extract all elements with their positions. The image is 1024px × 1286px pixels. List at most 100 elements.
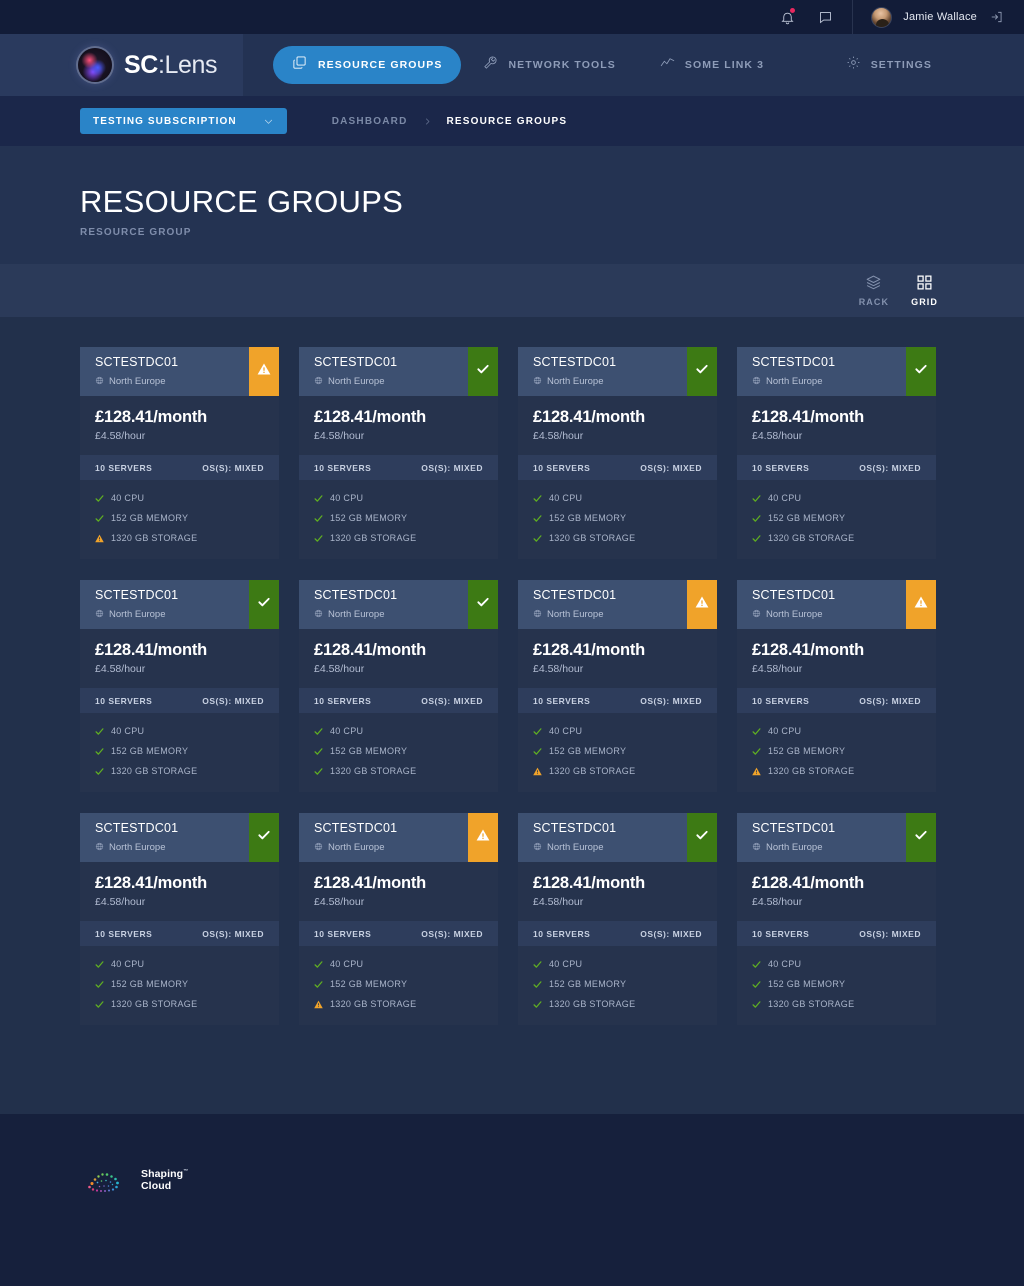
card-location: North Europe	[95, 838, 249, 856]
chat-icon[interactable]	[816, 8, 834, 26]
resource-group-card[interactable]: SCTESTDC01 North Europe £128.41/month £4…	[80, 813, 279, 1025]
price-monthly: £128.41/month	[95, 408, 208, 426]
status-badge	[687, 580, 717, 629]
spec-row: 40 CPU	[752, 493, 921, 503]
globe-icon	[95, 605, 104, 623]
card-pricing: £128.41/month £4.58/hour	[80, 396, 279, 455]
nav-item-network-tools[interactable]: NETWORK TOOLS	[461, 46, 637, 84]
card-location-label: North Europe	[328, 841, 385, 853]
brand-logo[interactable]: SC:Lens	[0, 34, 243, 96]
logout-icon[interactable]	[988, 8, 1006, 26]
shaping-cloud-logo: Shaping™ Cloud	[84, 1168, 1024, 1194]
resource-group-card-grid: SCTESTDC01 North Europe £128.41/month £4…	[80, 347, 944, 1025]
resource-group-card[interactable]: SCTESTDC01 North Europe £128.41/month £4…	[518, 813, 717, 1025]
card-title: SCTESTDC01	[314, 588, 398, 602]
spec-label: 1320 GB STORAGE	[111, 533, 198, 543]
spec-row: 1320 GB STORAGE	[752, 766, 921, 776]
card-pricing: £128.41/month £4.58/hour	[518, 396, 717, 455]
spec-row: 40 CPU	[533, 959, 702, 969]
card-title: SCTESTDC01	[533, 355, 617, 369]
card-spec-list: 40 CPU 152 GB MEMORY 1320 GB STORAGE	[518, 480, 717, 559]
footer-logo-line2: Cloud	[141, 1180, 172, 1192]
resource-group-card[interactable]: SCTESTDC01 North Europe £128.41/month £4…	[518, 347, 717, 559]
resource-group-card[interactable]: SCTESTDC01 North Europe £128.41/month £4…	[518, 580, 717, 792]
card-stats-bar: 10 SERVERS OS(S): MIXED	[299, 455, 498, 480]
nav-item-settings[interactable]: SETTINGS	[824, 46, 954, 84]
page-subtitle: RESOURCE GROUP	[80, 227, 192, 238]
check-icon	[314, 494, 323, 503]
status-badge	[468, 580, 498, 629]
status-badge	[687, 813, 717, 862]
card-stats-bar: 10 SERVERS OS(S): MIXED	[80, 921, 279, 946]
status-badge	[468, 813, 498, 862]
spec-row: 152 GB MEMORY	[314, 979, 483, 989]
nav-item-resource-groups[interactable]: RESOURCE GROUPS	[273, 46, 462, 84]
resource-group-card[interactable]: SCTESTDC01 North Europe £128.41/month £4…	[737, 813, 936, 1025]
os-label: OS(S): MIXED	[202, 928, 264, 939]
shaping-cloud-logo-icon	[88, 1173, 119, 1192]
spec-label: 1320 GB STORAGE	[111, 999, 198, 1009]
spec-label: 152 GB MEMORY	[549, 979, 627, 989]
view-mode-rack[interactable]: RACK	[859, 274, 889, 307]
resource-group-card[interactable]: SCTESTDC01 North Europe £128.41/month £4…	[80, 580, 279, 792]
user-menu[interactable]: Jamie Wallace	[853, 6, 1006, 28]
card-location-label: North Europe	[328, 375, 385, 387]
card-stats-bar: 10 SERVERS OS(S): MIXED	[737, 688, 936, 713]
spec-label: 152 GB MEMORY	[330, 979, 408, 989]
spec-row: 1320 GB STORAGE	[95, 533, 264, 543]
warning-icon	[314, 1000, 323, 1009]
card-header-text: SCTESTDC01 North Europe	[737, 580, 906, 629]
subscription-selector[interactable]: TESTING SUBSCRIPTION	[80, 108, 287, 134]
spec-row: 40 CPU	[752, 959, 921, 969]
content-area: SCTESTDC01 North Europe £128.41/month £4…	[0, 317, 1024, 1114]
resource-group-card[interactable]: SCTESTDC01 North Europe £128.41/month £4…	[737, 347, 936, 559]
check-icon	[752, 980, 761, 989]
breadcrumb-item-dashboard[interactable]: DASHBOARD	[332, 116, 408, 127]
resource-group-card[interactable]: SCTESTDC01 North Europe £128.41/month £4…	[80, 347, 279, 559]
card-spec-list: 40 CPU 152 GB MEMORY 1320 GB STORAGE	[737, 713, 936, 792]
spec-row: 1320 GB STORAGE	[95, 999, 264, 1009]
nav-label-resource-groups: RESOURCE GROUPS	[318, 59, 443, 71]
card-header-text: SCTESTDC01 North Europe	[299, 813, 468, 862]
main-navigation-bar: SC:Lens RESOURCE GROUPS NETWORK TOOLS SO…	[0, 34, 1024, 96]
server-count: 10 SERVERS	[95, 695, 153, 706]
nav-item-some-link-3[interactable]: SOME LINK 3	[638, 46, 786, 84]
sub-navigation-bar: TESTING SUBSCRIPTION DASHBOARD RESOURCE …	[0, 96, 1024, 146]
resource-group-card[interactable]: SCTESTDC01 North Europe £128.41/month £4…	[299, 813, 498, 1025]
check-icon	[95, 767, 104, 776]
resource-group-card[interactable]: SCTESTDC01 North Europe £128.41/month £4…	[299, 347, 498, 559]
check-icon	[752, 727, 761, 736]
spec-label: 1320 GB STORAGE	[768, 766, 855, 776]
card-spec-list: 40 CPU 152 GB MEMORY 1320 GB STORAGE	[299, 713, 498, 792]
status-badge	[906, 347, 936, 396]
server-count: 10 SERVERS	[314, 462, 372, 473]
spec-row: 1320 GB STORAGE	[95, 766, 264, 776]
resource-group-card[interactable]: SCTESTDC01 North Europe £128.41/month £4…	[299, 580, 498, 792]
server-count: 10 SERVERS	[95, 928, 153, 939]
card-header: SCTESTDC01 North Europe	[80, 813, 279, 862]
chevron-down-icon	[263, 116, 274, 127]
card-spec-list: 40 CPU 152 GB MEMORY 1320 GB STORAGE	[737, 480, 936, 559]
spec-row: 152 GB MEMORY	[314, 746, 483, 756]
card-header: SCTESTDC01 North Europe	[737, 813, 936, 862]
os-label: OS(S): MIXED	[421, 695, 483, 706]
resource-group-card[interactable]: SCTESTDC01 North Europe £128.41/month £4…	[737, 580, 936, 792]
spec-label: 152 GB MEMORY	[330, 746, 408, 756]
check-icon	[533, 514, 542, 523]
wrench-icon	[483, 55, 498, 75]
card-header-text: SCTESTDC01 North Europe	[518, 347, 687, 396]
view-mode-grid[interactable]: GRID	[911, 274, 938, 307]
card-pricing: £128.41/month £4.58/hour	[80, 629, 279, 688]
spec-row: 1320 GB STORAGE	[533, 533, 702, 543]
topbar-icon-group	[778, 8, 852, 26]
card-pricing: £128.41/month £4.58/hour	[737, 629, 936, 688]
warning-icon	[752, 767, 761, 776]
bell-icon[interactable]	[778, 8, 796, 26]
breadcrumb-item-resource-groups[interactable]: RESOURCE GROUPS	[447, 116, 568, 127]
price-monthly: £128.41/month	[752, 874, 865, 892]
card-header: SCTESTDC01 North Europe	[518, 347, 717, 396]
os-label: OS(S): MIXED	[859, 695, 921, 706]
card-stats-bar: 10 SERVERS OS(S): MIXED	[80, 688, 279, 713]
spec-row: 152 GB MEMORY	[533, 513, 702, 523]
card-stats-bar: 10 SERVERS OS(S): MIXED	[518, 688, 717, 713]
